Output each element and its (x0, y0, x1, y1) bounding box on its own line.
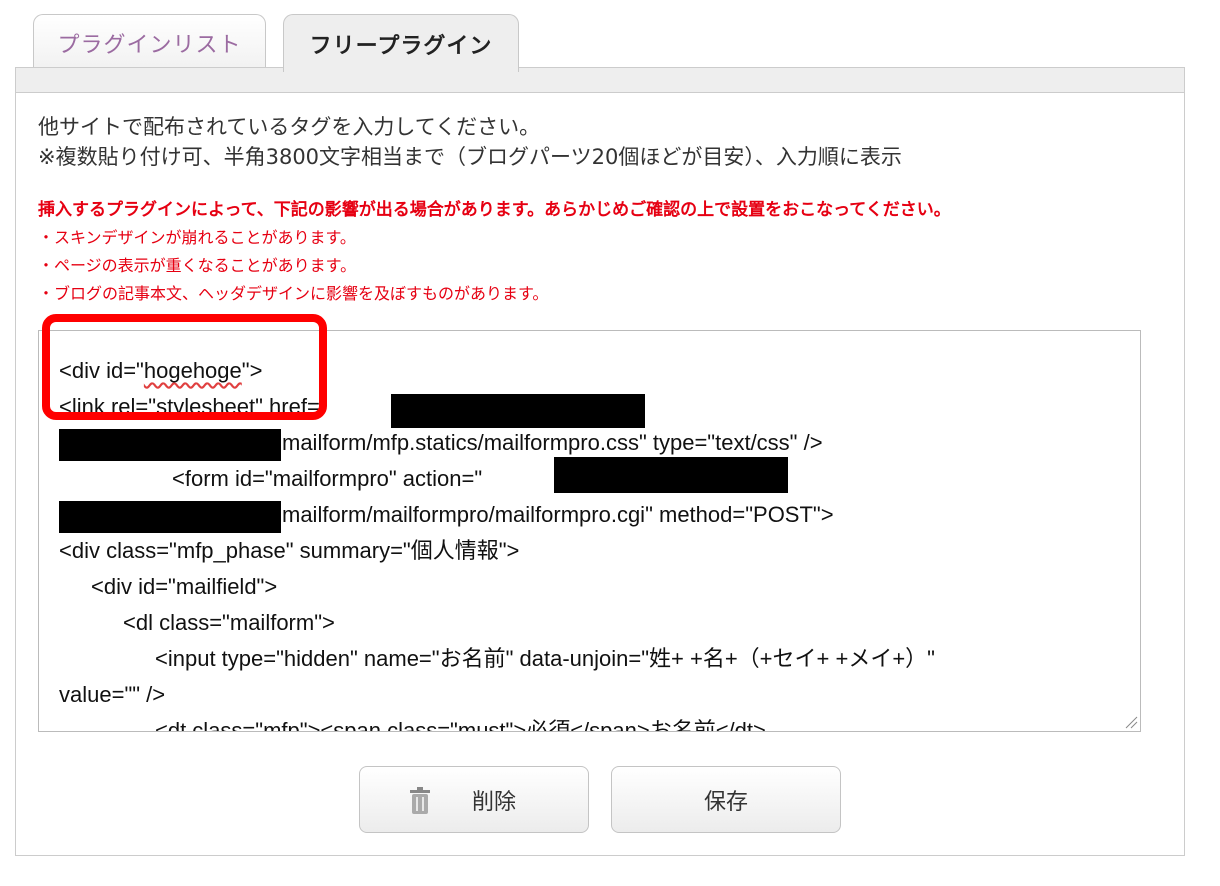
trash-icon (408, 787, 432, 821)
code-line-9: <input type="hidden" name="お名前" data-unj… (155, 646, 935, 671)
code-line-10: value="" /> (59, 682, 166, 707)
plugin-settings-page: プラグインリスト フリープラグイン 他サイトで配布されているタグを入力してくださ… (0, 0, 1220, 886)
warning-item-3: ・ブログの記事本文、ヘッダデザインに影響を及ぼすものがあります。 (38, 284, 549, 303)
instruction-line-2: ※複数貼り付け可、半角3800文字相当まで（ブログパーツ20個ほどが目安）、入力… (38, 145, 902, 169)
code-line-3: mailform/mfp.statics/mailformpro.css" ty… (282, 430, 823, 455)
instruction-line-1: 他サイトで配布されているタグを入力してください。 (38, 115, 541, 139)
delete-button[interactable]: 削除 (359, 766, 589, 833)
warning-item-1: ・スキンデザインが崩れることがあります。 (38, 228, 356, 247)
code-line-4: <form id="mailformpro" action=" (172, 466, 483, 491)
annotation-highlight-box (42, 314, 327, 420)
delete-button-label: 削除 (471, 789, 516, 815)
code-line-8: <dl class="mailform"> (123, 610, 335, 635)
save-button[interactable]: 保存 (611, 766, 841, 833)
free-plugin-panel: 他サイトで配布されているタグを入力してください。 ※複数貼り付け可、半角3800… (15, 67, 1185, 856)
redaction-bar (554, 457, 788, 493)
tab-free-plugin[interactable]: フリープラグイン (283, 14, 519, 72)
warning-title: 挿入するプラグインによって、下記の影響が出る場合があります。あらかじめご確認の上… (38, 200, 951, 220)
tab-free-plugin-label: フリープラグイン (309, 33, 493, 59)
code-line-7: <div id="mailfield"> (91, 574, 278, 599)
warning-block: 挿入するプラグインによって、下記の影響が出る場合があります。あらかじめご確認の上… (38, 196, 951, 308)
code-line-11: <dt class="mfp"><span class="must">必須</s… (155, 718, 766, 732)
code-line-5: mailform/mailformpro/mailformpro.cgi" me… (282, 502, 834, 527)
resize-grip-icon[interactable] (1124, 715, 1138, 729)
save-button-label: 保存 (703, 789, 748, 815)
warning-item-2: ・ページの表示が重くなることがあります。 (38, 256, 357, 275)
redaction-bar (59, 501, 281, 533)
panel-header-band (16, 68, 1184, 93)
tab-plugin-list-label: プラグインリスト (57, 32, 242, 58)
redaction-bar (391, 394, 645, 428)
tab-plugin-list[interactable]: プラグインリスト (33, 14, 266, 70)
code-line-6: <div class="mfp_phase" summary="個人情報"> (59, 538, 520, 563)
redaction-bar (59, 429, 281, 461)
instructions: 他サイトで配布されているタグを入力してください。 ※複数貼り付け可、半角3800… (38, 112, 902, 172)
